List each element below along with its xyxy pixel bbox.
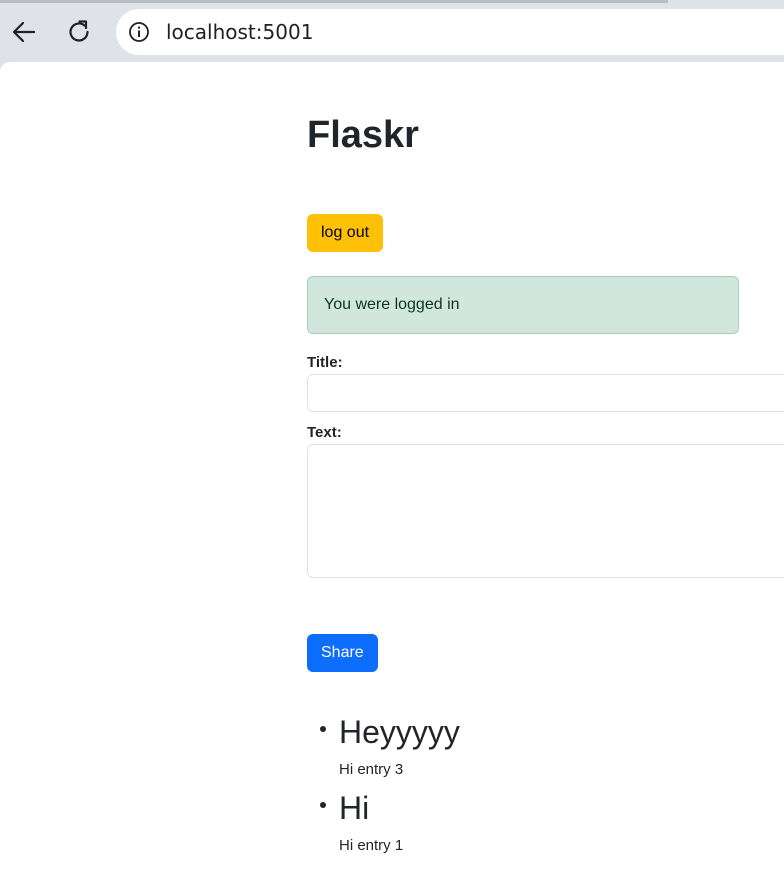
text-label: Text: bbox=[307, 424, 342, 441]
tab-strip bbox=[0, 0, 668, 3]
reload-button[interactable] bbox=[61, 14, 97, 50]
bullet-icon bbox=[320, 726, 326, 732]
page-title: Flaskr bbox=[307, 114, 419, 156]
reload-icon bbox=[69, 20, 89, 42]
back-button[interactable] bbox=[6, 14, 42, 50]
info-icon[interactable] bbox=[128, 21, 150, 43]
list-item: Heyyyyy Hi entry 3 bbox=[307, 710, 747, 786]
entry-title: Heyyyyy bbox=[339, 714, 460, 750]
entry-text: Hi entry 3 bbox=[339, 761, 404, 778]
share-button[interactable]: Share bbox=[307, 634, 378, 672]
bullet-icon bbox=[320, 802, 326, 808]
address-bar[interactable]: localhost:5001 bbox=[116, 9, 784, 55]
entry-title: Hi bbox=[339, 790, 370, 826]
title-input[interactable] bbox=[307, 374, 784, 412]
back-arrow-icon bbox=[12, 21, 36, 43]
text-input[interactable] bbox=[307, 444, 784, 578]
url-text[interactable]: localhost:5001 bbox=[166, 20, 313, 44]
entry-text: Hi entry 1 bbox=[339, 837, 404, 854]
flash-message: You were logged in bbox=[307, 276, 739, 334]
title-label: Title: bbox=[307, 354, 343, 371]
page-viewport: Flaskr log out You were logged in Title:… bbox=[0, 62, 784, 874]
list-item: Hi Hi entry 1 bbox=[307, 786, 747, 862]
browser-toolbar: localhost:5001 bbox=[0, 0, 784, 62]
entries-list: Heyyyyy Hi entry 3 Hi Hi entry 1 bbox=[307, 710, 747, 862]
logout-button[interactable]: log out bbox=[307, 214, 384, 252]
